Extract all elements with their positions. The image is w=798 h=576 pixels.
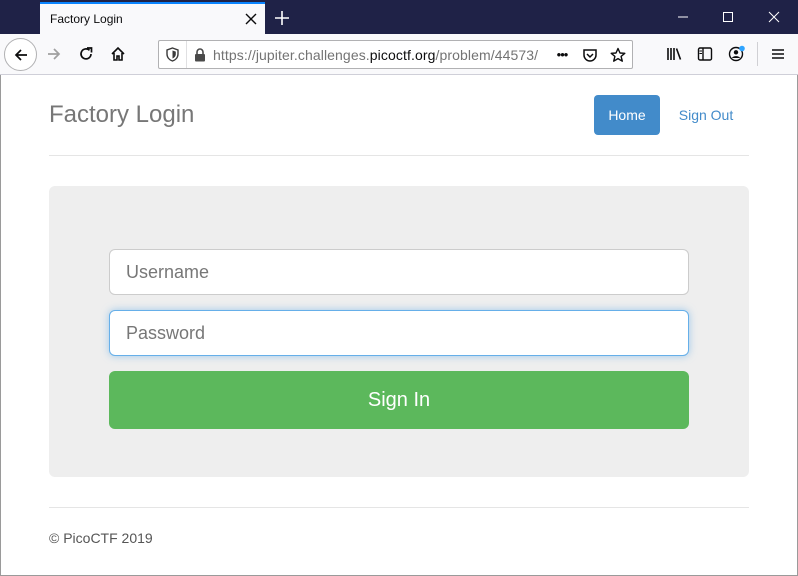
forward-arrow-icon[interactable] [38, 38, 70, 70]
minimize-icon[interactable] [660, 0, 706, 34]
library-icon[interactable] [658, 38, 690, 70]
browser-tab-active[interactable]: Factory Login [40, 2, 265, 34]
home-button[interactable]: Home [594, 95, 660, 135]
site-header: Factory Login Home Sign Out [49, 75, 749, 156]
browser-titlebar: Factory Login [0, 0, 798, 34]
browser-toolbar: https://jupiter.challenges.picoctf.org/p… [0, 34, 798, 75]
home-icon[interactable] [102, 38, 134, 70]
star-icon[interactable] [604, 41, 632, 68]
page-title: Factory Login [49, 101, 195, 128]
pocket-icon[interactable] [576, 41, 604, 68]
login-panel: Username Password Sign In [49, 186, 749, 477]
password-field[interactable]: Password [109, 310, 689, 356]
url-host: picoctf.org [369, 46, 436, 63]
tab-title: Factory Login [50, 12, 123, 26]
window-border-left [0, 75, 1, 576]
url-path: /problem/44573/ [435, 46, 539, 63]
lock-icon[interactable] [187, 41, 213, 68]
plus-icon[interactable] [268, 4, 296, 32]
close-icon[interactable] [237, 5, 265, 33]
window-close-icon[interactable] [751, 0, 797, 34]
ellipsis-icon[interactable]: ••• [548, 41, 576, 68]
reload-icon[interactable] [70, 38, 102, 70]
site-footer: © PicoCTF 2019 [49, 507, 749, 576]
sign-in-button[interactable]: Sign In [109, 371, 689, 429]
username-placeholder: Username [126, 261, 210, 282]
hamburger-menu-icon[interactable] [762, 38, 794, 70]
sidebar-icon[interactable] [689, 38, 721, 70]
password-placeholder: Password [126, 322, 206, 343]
back-arrow-icon[interactable] [4, 38, 37, 71]
url-prefix: https://jupiter.challenges. [213, 46, 370, 63]
address-bar[interactable]: https://jupiter.challenges.picoctf.org/p… [158, 40, 633, 69]
sign-out-link[interactable]: Sign Out [666, 95, 746, 135]
shield-icon[interactable] [159, 41, 187, 68]
maximize-icon[interactable] [705, 0, 751, 34]
page-content: Factory Login Home Sign Out Username Pas… [0, 75, 798, 576]
url-text[interactable]: https://jupiter.challenges.picoctf.org/p… [213, 47, 548, 63]
toolbar-divider [757, 42, 758, 66]
copyright-text: © PicoCTF 2019 [49, 530, 153, 546]
username-field[interactable]: Username [109, 249, 689, 295]
account-icon[interactable] [721, 38, 753, 70]
